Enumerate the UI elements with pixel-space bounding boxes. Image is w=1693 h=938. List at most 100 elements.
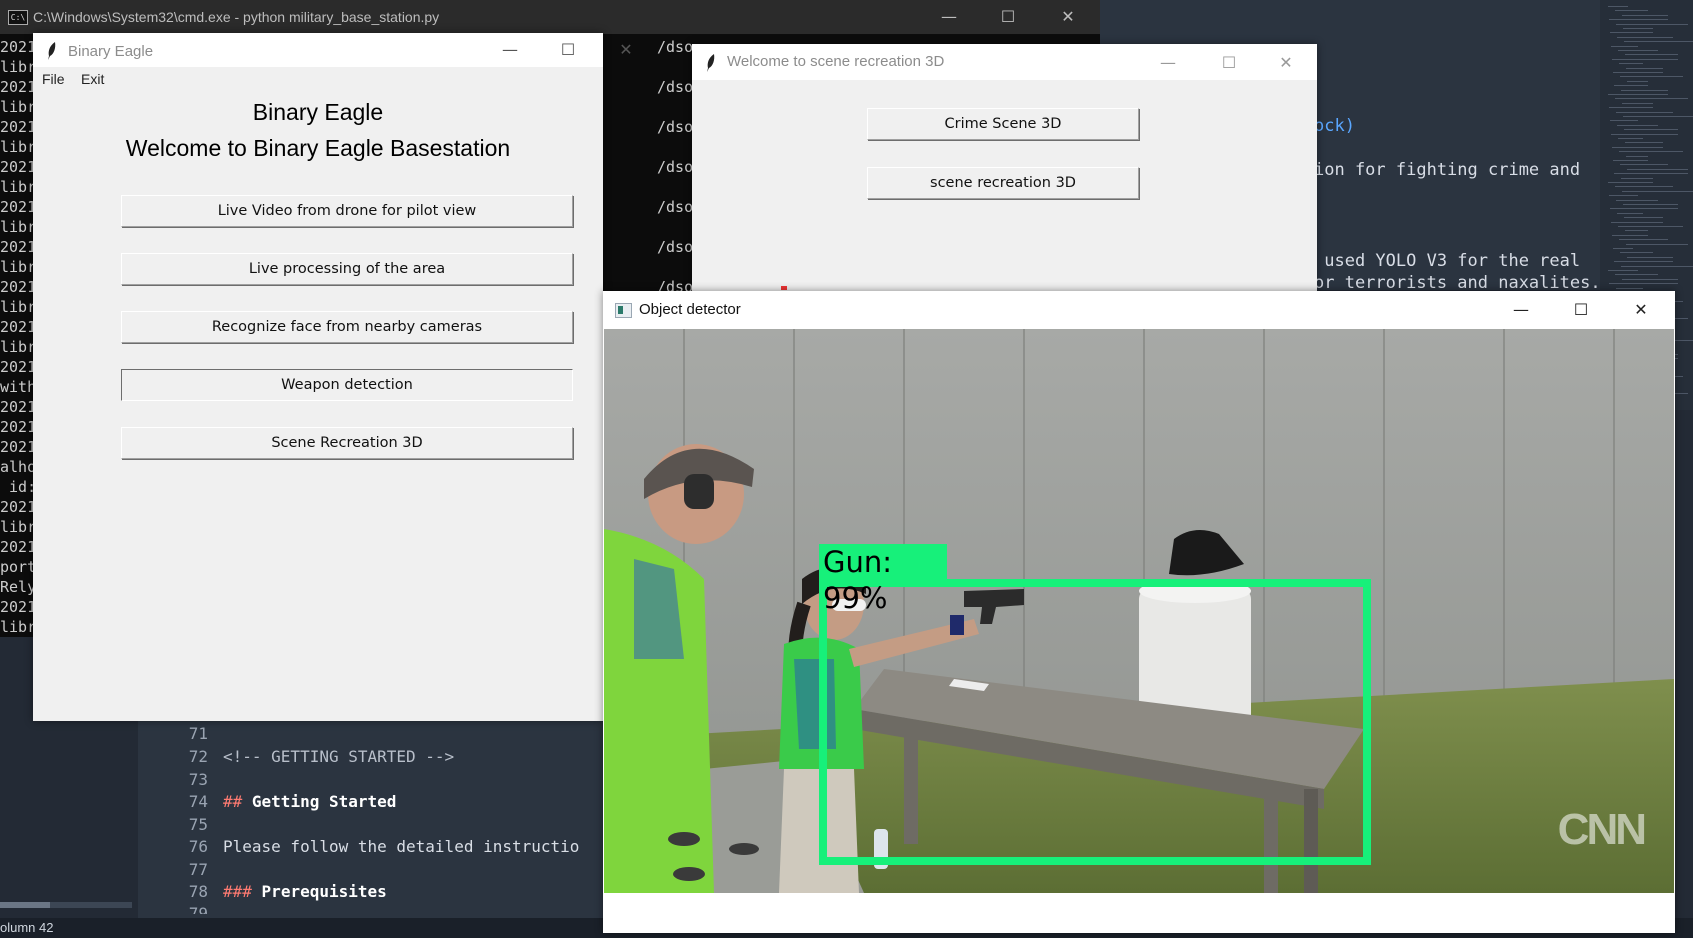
minimap-line: [1614, 173, 1688, 175]
maximize-button[interactable]: ☐: [1558, 297, 1604, 323]
minimap-line: [1625, 142, 1663, 144]
minimap-line: [1623, 204, 1678, 205]
minimap-line: [1619, 63, 1643, 65]
object-detector-window[interactable]: Object detector — ☐ ✕ Gun: 99% CNN: [603, 291, 1675, 933]
recognize-face-button[interactable]: Recognize face from nearby cameras: [121, 311, 573, 343]
line-number: 74: [188, 792, 208, 811]
cmd-output-line: 2021: [0, 358, 37, 376]
weapon-detection-button[interactable]: Weapon detection: [121, 369, 573, 401]
minimap-line: [1615, 98, 1688, 100]
minimize-button[interactable]: —: [487, 37, 533, 63]
minimap-line: [1610, 208, 1678, 210]
cursor-marker: [781, 286, 787, 290]
detection-bounding-box: [819, 579, 1371, 865]
minimize-button[interactable]: —: [1145, 50, 1191, 76]
scene-recreation-button[interactable]: Scene Recreation 3D: [121, 427, 573, 459]
cmd-output-line: /dso: [657, 38, 694, 56]
minimap-line: [1618, 50, 1658, 51]
cmd-output-line: 2021: [0, 278, 37, 296]
minimap-line: [1626, 243, 1688, 245]
close-button[interactable]: ✕: [603, 37, 649, 63]
object-detector-title-bar[interactable]: Object detector — ☐ ✕: [603, 291, 1675, 329]
cmd-output-line: 2021: [0, 498, 37, 516]
maximize-button[interactable]: ☐: [1206, 50, 1252, 76]
minimap-line: [1612, 234, 1648, 236]
minimap-line: [1621, 89, 1668, 91]
minimap-line: [1612, 146, 1663, 148]
scene-title-bar[interactable]: Welcome to scene recreation 3D — ☐ ✕: [692, 44, 1317, 80]
minimap-line: [1619, 151, 1683, 153]
line-number: 79: [188, 904, 208, 914]
minimap-line: [1622, 190, 1693, 192]
editor-line: used YOLO V3 for the real: [1314, 251, 1581, 271]
minimap-line: [1612, 58, 1678, 60]
cmd-output-line: 2021: [0, 158, 37, 176]
app-heading: Binary Eagle: [252, 99, 384, 125]
minimap-line: [1617, 212, 1643, 214]
cmd-output-line: 2021: [0, 198, 37, 216]
close-button[interactable]: ✕: [1045, 5, 1091, 29]
line-number: 71: [188, 724, 208, 743]
minimap-line: [1613, 160, 1648, 161]
cmd-output-line: /dso: [657, 238, 694, 256]
binary-eagle-window[interactable]: Binary Eagle — ☐ ✕ File Exit Binary Eagl…: [33, 33, 633, 721]
cmd-output-line: 2021: [0, 38, 37, 56]
cmd-app-icon: C:\: [8, 10, 28, 25]
close-button[interactable]: ✕: [1263, 50, 1309, 76]
markdown-heading: ### Prerequisites: [223, 882, 387, 901]
minimap-line: [1621, 265, 1693, 267]
line-number: 77: [188, 860, 208, 879]
heading-hash: ##: [223, 792, 243, 811]
minimap-line: [1617, 36, 1673, 38]
cmd-title: C:\Windows\System32\cmd.exe - python mil…: [33, 9, 440, 25]
feather-icon: [48, 42, 56, 60]
heading-text: Prerequisites: [261, 882, 387, 901]
scene-recreation-window[interactable]: Welcome to scene recreation 3D — ☐ ✕ Cri…: [692, 44, 1317, 294]
minimap-line: [1616, 23, 1688, 25]
editor-code-pane[interactable]: 71 72 <!-- GETTING STARTED --> 73 74 ## …: [138, 720, 608, 938]
maximize-button[interactable]: ☐: [985, 5, 1031, 29]
cmd-title-bar[interactable]: C:\ C:\Windows\System32\cmd.exe - python…: [0, 0, 1100, 34]
cmd-output-line: alho: [0, 458, 37, 476]
minimap-line: [1613, 248, 1633, 249]
minimize-button[interactable]: —: [1498, 297, 1544, 323]
minimap-line: [1609, 195, 1638, 197]
minimap-line: [1617, 124, 1658, 126]
close-button[interactable]: ✕: [1618, 297, 1664, 323]
minimap-line: [1610, 120, 1638, 122]
live-processing-button[interactable]: Live processing of the area: [121, 253, 573, 285]
cmd-output-line: 2021: [0, 398, 37, 416]
minimize-button[interactable]: —: [926, 5, 972, 29]
minimap-line: [1626, 155, 1648, 157]
detection-video-frame: Gun: 99% CNN: [604, 329, 1674, 893]
binary-eagle-title-bar[interactable]: Binary Eagle — ☐ ✕: [33, 33, 633, 67]
detection-label: Gun: 99%: [819, 544, 947, 615]
scrollbar-thumb[interactable]: [0, 902, 50, 908]
live-video-button[interactable]: Live Video from drone for pilot view: [121, 195, 573, 227]
editor-line: or terrorists and naxalites.: [1314, 273, 1601, 293]
minimap-line: [1613, 72, 1663, 73]
editor-line: ock): [1314, 116, 1355, 136]
cmd-output-line: /dso: [657, 198, 694, 216]
cmd-output-line: 2021: [0, 238, 37, 256]
line-number: 75: [188, 815, 208, 834]
app-subheading: Welcome to Binary Eagle Basestation: [125, 135, 511, 161]
crime-scene-3d-button[interactable]: Crime Scene 3D: [867, 108, 1139, 140]
cmd-output-line: /dso: [657, 118, 694, 136]
minimap-line: [1625, 230, 1648, 232]
binary-eagle-window-title: Binary Eagle: [68, 43, 154, 60]
menu-file[interactable]: File: [42, 71, 65, 87]
cmd-output-line: id:: [0, 478, 37, 496]
minimap-line: [1608, 6, 1628, 7]
scene-recreation-3d-button[interactable]: scene recreation 3D: [867, 167, 1139, 199]
line-number: 73: [188, 770, 208, 789]
maximize-button[interactable]: ☐: [545, 37, 591, 63]
minimap-line: [1626, 67, 1663, 69]
cmd-output-line: /dso: [657, 78, 694, 96]
minimap-line: [1624, 129, 1678, 131]
markdown-heading: ## Getting Started: [223, 792, 396, 811]
heading-hash: ###: [223, 882, 252, 901]
cmd-output-line: libr: [0, 618, 37, 636]
menu-exit[interactable]: Exit: [81, 71, 104, 87]
cnn-watermark: CNN: [1557, 805, 1647, 854]
